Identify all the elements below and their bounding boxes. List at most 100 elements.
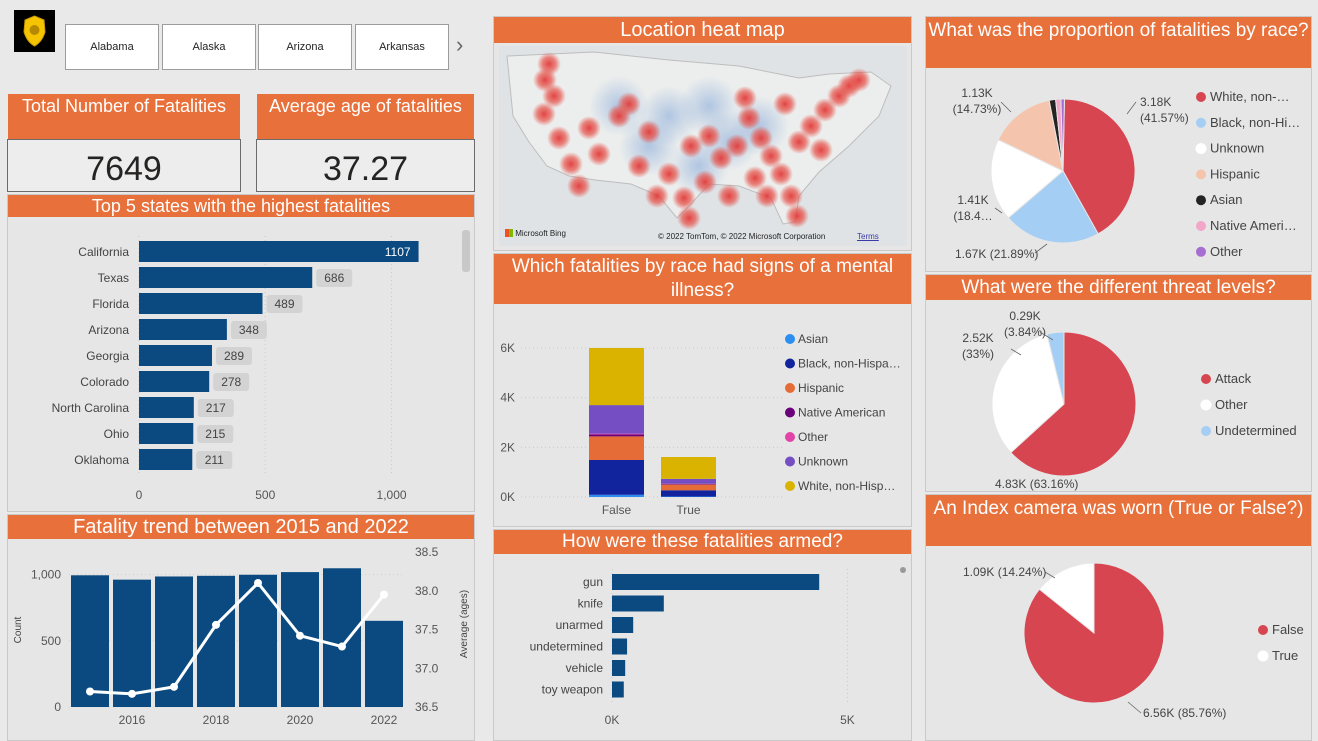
bar-georgia <box>139 345 212 366</box>
legend-label: True <box>1272 648 1298 663</box>
bar-texas <box>139 267 313 288</box>
bar-colorado <box>139 371 210 392</box>
y-tick-label: 2K <box>500 440 515 454</box>
average-age-point-2021 <box>338 642 346 651</box>
heat-spot <box>847 68 871 92</box>
heat-spot <box>607 104 631 128</box>
x-tick-label: True <box>676 503 701 517</box>
data-label-north-carolina: 217 <box>206 401 226 415</box>
x-tick-label: 5K <box>840 713 855 727</box>
heat-spot <box>677 206 701 230</box>
y2-tick-label: 37.0 <box>415 661 439 675</box>
legend-label: Asian <box>798 332 828 346</box>
slicer-item-arizona[interactable]: Arizona <box>258 24 352 70</box>
slicer-item-arkansas[interactable]: Arkansas <box>355 24 449 70</box>
body-camera-title: An Index camera was worn (True or False?… <box>926 495 1311 546</box>
legend-marker <box>1196 246 1206 257</box>
category-label-florida: Florida <box>92 297 129 311</box>
x-tick-label: 1,000 <box>377 488 407 502</box>
map-copyright: © 2022 TomTom, © 2022 Microsoft Corporat… <box>658 232 826 241</box>
category-label-colorado: Colorado <box>80 375 129 389</box>
badge-icon <box>23 15 46 47</box>
legend-label: Unknown <box>798 455 848 469</box>
x-tick-label: 2018 <box>203 713 230 727</box>
mental-illness-chart: 0K 2K 4K 6K False True Asian Black, non-Hispa… H… <box>500 332 900 517</box>
legend-label: White, non-Hisp… <box>798 479 895 493</box>
bar-2015 <box>71 575 109 707</box>
heat-spot <box>717 184 741 208</box>
average-age-value: 37.27 <box>322 150 409 188</box>
trend-title: Fatality trend between 2015 and 2022 <box>8 515 474 539</box>
y-tick-label: 500 <box>41 634 61 648</box>
armed-chart: 0K 5K gun knife unarmed undetermined vehicle to… <box>530 567 906 727</box>
bar-segment-false-hispanic <box>589 436 644 460</box>
heat-spot <box>645 184 669 208</box>
category-label-knife: knife <box>578 597 604 611</box>
chevron-right-icon[interactable]: › <box>456 32 463 58</box>
map-title: Location heat map <box>494 17 911 43</box>
heat-spot <box>657 162 681 186</box>
slicer-item-alaska[interactable]: Alaska <box>162 24 256 70</box>
legend-label: Hispanic <box>798 381 844 395</box>
bar-segment-false-black-non-hispanic <box>589 459 644 495</box>
legend-marker <box>785 334 795 344</box>
legend-marker <box>785 358 795 369</box>
heat-map[interactable] <box>499 46 907 246</box>
heat-spot <box>755 184 779 208</box>
bar-north-carolina <box>139 397 194 418</box>
top-states-chart: 0 500 1,000 California 1107 Texas 686 Florida 48… <box>52 236 419 502</box>
map-terms-link[interactable]: Terms <box>857 232 879 241</box>
data-label-black-non-hispanic: 1.67K (21.89%) <box>955 247 1038 261</box>
heat-spot <box>679 134 703 158</box>
heat-spot <box>769 162 793 186</box>
y2-tick-label: 37.5 <box>415 623 439 637</box>
heat-spot <box>773 92 797 116</box>
data-label-california: 1107 <box>385 245 411 259</box>
legend-marker <box>1201 374 1211 384</box>
bar-oklahoma <box>139 449 193 470</box>
scroll-dot <box>900 567 906 573</box>
heat-spot <box>637 120 661 144</box>
bar-2016 <box>113 579 151 707</box>
total-fatalities-value: 7649 <box>86 150 162 188</box>
body-camera-chart: 6.56K (85.76%) 1.09K (14.24%) False True <box>963 562 1304 720</box>
data-label-georgia: 289 <box>224 349 244 363</box>
data-label-hispanic: (14.73%) <box>953 102 1002 116</box>
x-tick-label: 0 <box>136 488 143 502</box>
legend-label: Asian <box>1210 192 1243 207</box>
category-label-undetermined: undetermined <box>530 640 603 654</box>
legend-label: Native Ameri… <box>1210 218 1297 233</box>
legend-label: Undetermined <box>1215 423 1297 438</box>
bar-segment-false-other <box>589 433 644 435</box>
bar-segment-false-unknown <box>589 405 644 434</box>
average-age-point-2015 <box>86 687 94 696</box>
total-fatalities-title: Total Number of Fatalities <box>8 94 240 140</box>
category-label-toy-weapon: toy weapon <box>542 683 603 697</box>
data-label-undetermined: (3.84%) <box>1004 325 1046 339</box>
x-tick-label: 2016 <box>119 713 146 727</box>
microsoft-logo-icon <box>505 229 513 237</box>
bar-gun <box>612 574 820 590</box>
heat-spot <box>672 186 696 210</box>
legend-marker <box>1258 625 1268 635</box>
average-age-point-2022 <box>380 590 388 599</box>
bar-knife <box>612 595 664 612</box>
heat-spot <box>737 106 761 130</box>
bar-2021 <box>323 568 361 707</box>
y-tick-label: 0K <box>500 490 515 504</box>
legend-label: Attack <box>1215 371 1252 386</box>
data-label-white-non-hispanic: 3.18K <box>1140 95 1171 109</box>
slicer-item-alabama[interactable]: Alabama <box>65 24 159 70</box>
data-label-hispanic: 1.13K <box>961 86 992 100</box>
legend-marker <box>785 383 795 393</box>
race-proportion-chart: 3.18K (41.57%) 1.67K (21.89%) 1.41K (18.4… 1.… <box>953 86 1301 261</box>
bar-segment-true-hispanic <box>661 484 716 491</box>
bar-segment-true-black-non-hispanic <box>661 490 716 497</box>
legend-marker <box>1196 169 1206 180</box>
y-tick-label: 6K <box>500 341 515 355</box>
y2-axis-label: Average (ages) <box>459 590 470 658</box>
legend-marker <box>1196 195 1206 206</box>
bar-vehicle <box>612 660 626 676</box>
leader-line <box>994 207 1003 214</box>
data-label-florida: 489 <box>274 297 294 311</box>
